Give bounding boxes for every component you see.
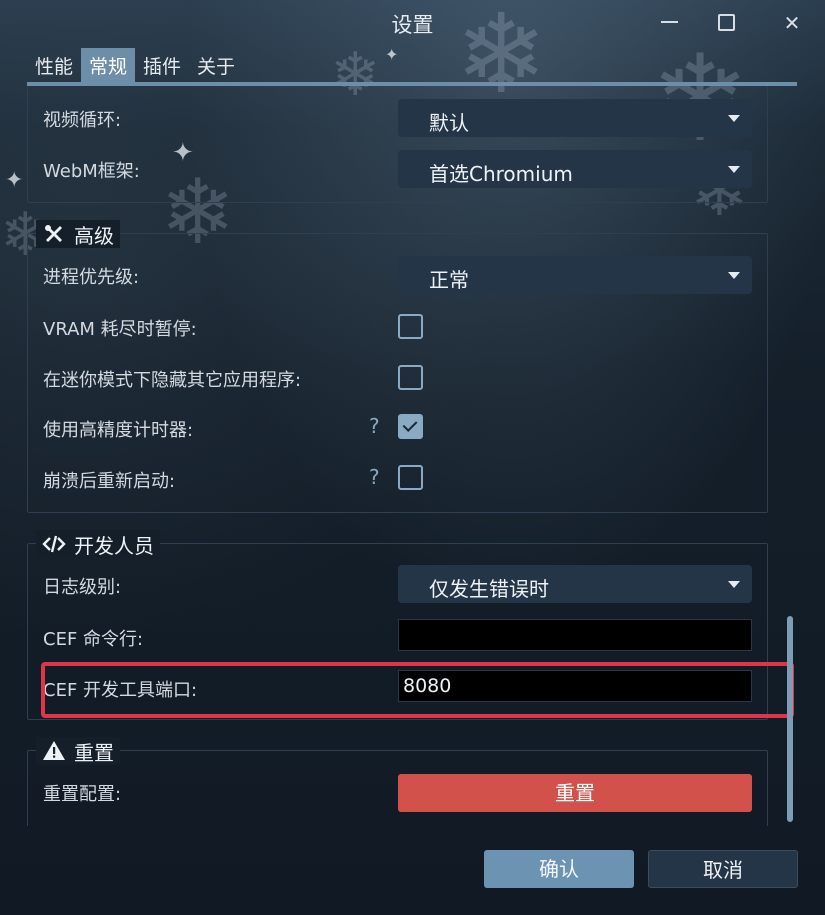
cef-command-line-label: CEF 命令行:: [43, 629, 144, 650]
title-bar: 设置 ✕: [0, 0, 825, 46]
restart-help-icon[interactable]: ?: [369, 465, 380, 489]
webm-framework-value: 首选Chromium: [429, 162, 573, 186]
hide-apps-label: 在迷你模式下隐藏其它应用程序:: [43, 370, 302, 391]
maximize-button[interactable]: [710, 8, 744, 38]
advanced-title-text: 高级: [74, 223, 114, 248]
developer-title-text: 开发人员: [74, 533, 154, 558]
chevron-down-icon: [728, 166, 740, 173]
process-priority-label: 进程优先级:: [43, 267, 140, 288]
cancel-button[interactable]: 取消: [648, 850, 798, 888]
hide-apps-checkbox[interactable]: [398, 365, 423, 390]
restart-on-crash-label: 崩溃后重新启动:: [43, 471, 176, 492]
video-loop-label: 视频循环:: [43, 110, 122, 131]
hires-timer-label: 使用高精度计时器:: [43, 420, 194, 441]
checkmark-icon: [402, 417, 418, 432]
minimize-icon: [661, 21, 678, 23]
reset-title-text: 重置: [74, 740, 114, 765]
tab-plugins[interactable]: 插件: [135, 48, 189, 82]
webm-framework-select[interactable]: 首选Chromium: [398, 150, 752, 188]
developer-group-title: 开发人员: [36, 530, 160, 558]
video-loop-select[interactable]: 默认: [398, 99, 752, 137]
ok-button[interactable]: 确认: [484, 850, 634, 888]
close-icon: ✕: [783, 11, 801, 35]
log-level-label: 日志级别:: [43, 577, 122, 598]
close-button[interactable]: ✕: [775, 8, 809, 38]
restart-on-crash-checkbox[interactable]: [398, 465, 423, 490]
tab-performance[interactable]: 性能: [27, 48, 81, 82]
reset-group-title: 重置: [36, 737, 120, 765]
warning-icon: [43, 741, 65, 760]
minimize-button[interactable]: [652, 8, 686, 38]
vram-pause-checkbox[interactable]: [398, 314, 423, 339]
hires-timer-help-icon[interactable]: ?: [369, 414, 380, 438]
process-priority-select[interactable]: 正常: [398, 256, 752, 294]
maximize-icon: [718, 14, 735, 31]
webm-framework-label: WebM框架:: [43, 161, 140, 182]
reset-config-label: 重置配置:: [43, 784, 122, 805]
tools-icon: [45, 225, 62, 242]
hires-timer-checkbox[interactable]: [398, 414, 423, 439]
video-loop-value: 默认: [429, 111, 469, 135]
chevron-down-icon: [728, 115, 740, 122]
settings-window: ❄ ❄ ❄ ❄ ❄ ❄ ✦ ✦ ✦ 设置 ✕ 性能 常规 插件 关于 视频循环:…: [0, 0, 825, 915]
vram-pause-label: VRAM 耗尽时暂停:: [43, 319, 197, 340]
window-title: 设置: [391, 13, 434, 37]
cef-command-line-input[interactable]: [398, 619, 752, 651]
tab-general[interactable]: 常规: [81, 48, 136, 82]
scrollbar-thumb[interactable]: [787, 616, 793, 822]
tab-about[interactable]: 关于: [189, 48, 243, 82]
code-icon: [42, 535, 66, 553]
sparkle-decoration: ✦: [385, 45, 399, 64]
log-level-value: 仅发生错误时: [429, 577, 549, 601]
process-priority-value: 正常: [429, 268, 469, 292]
chevron-down-icon: [728, 581, 740, 588]
chevron-down-icon: [728, 272, 740, 279]
tab-bar: 性能 常规 插件 关于: [27, 48, 243, 84]
advanced-group-title: 高级: [36, 220, 120, 248]
settings-content: 视频循环: 默认 WebM框架: 首选Chromium 高级 进程优先级: 正常…: [0, 86, 825, 826]
log-level-select[interactable]: 仅发生错误时: [398, 565, 752, 603]
highlight-box: [41, 662, 794, 718]
reset-button[interactable]: 重置: [398, 774, 752, 812]
